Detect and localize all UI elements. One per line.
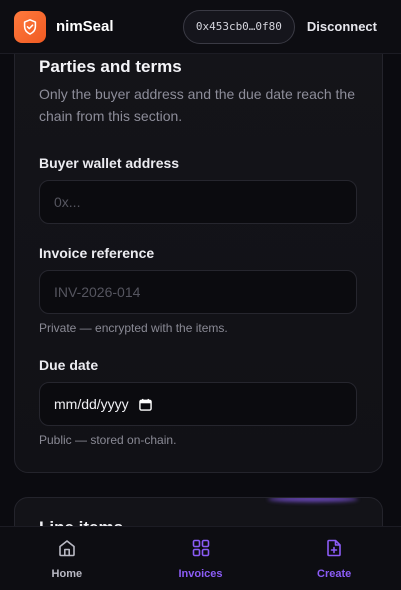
nav-home[interactable]: Home xyxy=(0,527,134,590)
app-name: nimSeal xyxy=(56,18,114,35)
due-date-label: Due date xyxy=(39,357,99,373)
buyer-address-label: Buyer wallet address xyxy=(39,155,180,171)
nav-home-label: Home xyxy=(51,567,83,580)
due-date-input[interactable]: mm/dd/yyyy xyxy=(39,382,357,426)
invoice-reference-placeholder: INV-2026-014 xyxy=(54,284,141,300)
home-icon xyxy=(57,538,77,563)
card-title: Parties and terms xyxy=(39,57,182,76)
wallet-address-pill[interactable]: 0x453cb0…0f80 xyxy=(182,9,295,44)
due-date-value: mm/dd/yyyy xyxy=(54,396,129,412)
buyer-address-input[interactable]: 0x... xyxy=(39,180,357,224)
invoice-reference-input[interactable]: INV-2026-014 xyxy=(39,270,357,314)
parties-terms-card: Parties and terms Only the buyer address… xyxy=(14,26,383,473)
nav-create-label: Create xyxy=(317,567,352,580)
app-header: nimSeal 0x453cb0…0f80 Disconnect xyxy=(0,0,401,54)
due-date-helper: Public — stored on-chain. xyxy=(39,433,177,447)
document-plus-icon xyxy=(324,538,344,563)
nav-create[interactable]: Create xyxy=(267,527,401,590)
bottom-nav: Home Invoices Create xyxy=(0,526,401,590)
buyer-address-placeholder: 0x... xyxy=(54,194,81,210)
nav-invoices-label: Invoices xyxy=(178,567,223,580)
page: Parties and terms Only the buyer address… xyxy=(0,0,401,590)
card-subtitle: Only the buyer address and the due date … xyxy=(39,86,355,124)
calendar-icon[interactable] xyxy=(138,398,152,411)
disconnect-button[interactable]: Disconnect xyxy=(307,19,377,34)
card-glow xyxy=(268,498,358,502)
grid-icon xyxy=(191,538,211,563)
nav-invoices[interactable]: Invoices xyxy=(134,527,268,590)
invoice-reference-label: Invoice reference xyxy=(39,245,155,261)
invoice-reference-helper: Private — encrypted with the items. xyxy=(39,321,228,335)
shield-logo-icon xyxy=(14,10,46,43)
